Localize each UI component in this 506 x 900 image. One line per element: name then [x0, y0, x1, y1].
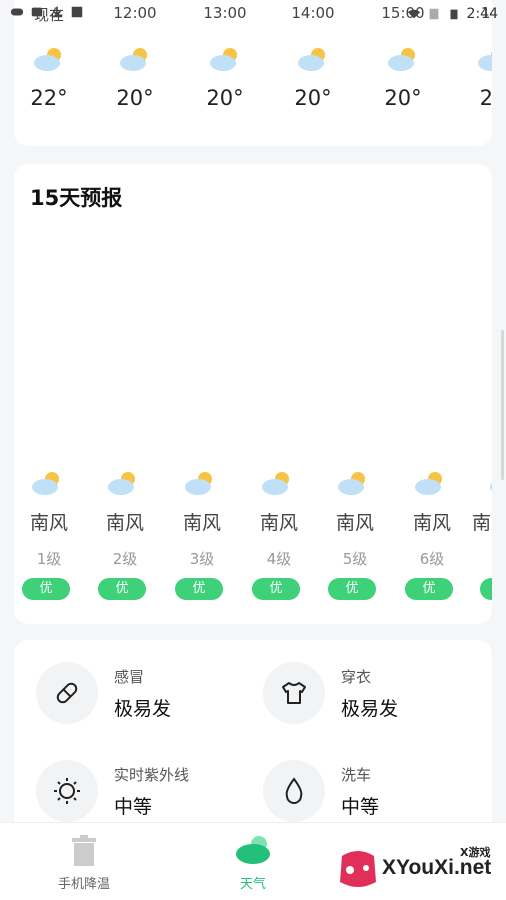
download-icon — [51, 6, 63, 18]
wind-direction: 南风 — [335, 512, 374, 534]
hour-temp: 22° — [30, 86, 68, 110]
wind-level: 2级 — [112, 550, 138, 568]
hour-temp: 20° — [384, 86, 422, 110]
life-index-label: 洗车 — [341, 766, 372, 784]
notification-icon — [31, 7, 43, 17]
nav-tab-phone-cooling[interactable]: 手机降温 — [14, 823, 154, 900]
life-index-item-car-wash[interactable]: 洗车 中等 — [241, 760, 461, 830]
life-icon-circle — [36, 662, 98, 724]
status-bar: 2:44 — [0, 0, 506, 30]
life-index-value: 中等 — [341, 796, 380, 818]
life-index-value: 中等 — [114, 796, 153, 818]
gamepad-logo-icon — [340, 851, 376, 887]
status-bar-right: 2:44 — [407, 6, 498, 22]
forecast-title: 15天预报 — [30, 186, 123, 210]
a-icon — [71, 6, 83, 18]
partly-cloudy-icon — [298, 48, 325, 71]
wind-direction: 南风 — [29, 512, 68, 534]
scrollbar-thumb[interactable] — [501, 330, 504, 480]
wind-direction: 南风 — [105, 512, 144, 534]
status-bar-left — [10, 6, 84, 18]
partly-cloudy-icon — [108, 472, 135, 495]
partly-cloudy-icon — [338, 472, 365, 495]
wind-direction: 南 — [472, 512, 492, 534]
wind-direction: 南风 — [182, 512, 221, 534]
wind-level: 1级 — [36, 550, 62, 568]
partly-cloudy-icon — [478, 51, 492, 71]
life-icon-circle — [263, 760, 325, 822]
wind-level: 6级 — [419, 550, 445, 568]
no-sim-icon — [429, 8, 438, 20]
partly-cloudy-icon — [490, 482, 492, 492]
wind-level: 3级 — [189, 550, 215, 568]
life-index-value: 极易发 — [341, 698, 399, 720]
watermark-text: XYouXi.net — [382, 856, 492, 879]
nav-label: 手机降温 — [57, 877, 110, 892]
hour-temp: 20° — [206, 86, 244, 110]
hour-temp: 20° — [116, 86, 154, 110]
life-index-value: 极易发 — [114, 698, 172, 720]
air-quality-badge: 优 — [22, 578, 70, 600]
air-quality-badge: 优 — [328, 578, 376, 600]
wifi-icon — [407, 9, 420, 19]
wind-direction: 南风 — [259, 512, 298, 534]
cloud-icon — [236, 836, 270, 864]
wind-direction: 南风 — [412, 512, 451, 534]
forecast-card[interactable]: 15天预报 南风 1级 优 南风 2级 优 南风 3级 优 南风 4级 优 南风… — [14, 164, 492, 624]
nav-label: 天气 — [239, 877, 266, 892]
life-icon-circle — [36, 760, 98, 822]
air-quality-badge: 优 — [405, 578, 453, 600]
sun-icon — [54, 778, 80, 804]
water-drop-icon — [285, 777, 303, 804]
gamepad-icon — [10, 8, 24, 16]
pill-icon — [56, 682, 78, 704]
hour-temp: 20° — [294, 86, 332, 110]
watermark-logo: X游戏 XYouXi.net — [336, 840, 502, 896]
life-index-item-cold[interactable]: 感冒 极易发 — [14, 662, 234, 732]
partly-cloudy-icon — [388, 48, 415, 71]
partly-cloudy-icon — [415, 472, 442, 495]
life-index-label: 实时紫外线 — [114, 766, 190, 784]
nav-tab-weather[interactable]: 天气 — [183, 823, 323, 900]
life-index-card: 感冒 极易发 穿衣 极易发 实时紫外线 中等 洗车 中等 — [14, 640, 492, 840]
shirt-icon — [282, 682, 306, 704]
life-index-label: 感冒 — [114, 668, 145, 686]
air-quality-badge — [480, 578, 492, 600]
wind-level: 5级 — [342, 550, 368, 568]
trash-icon — [72, 835, 96, 866]
life-index-label: 穿衣 — [341, 668, 372, 686]
partly-cloudy-icon — [185, 472, 212, 495]
battery-icon — [450, 9, 458, 20]
hour-temp: 20 — [479, 86, 492, 110]
wind-level: 4级 — [266, 550, 292, 568]
partly-cloudy-icon — [210, 48, 237, 71]
air-quality-badge: 优 — [98, 578, 146, 600]
life-index-item-uv[interactable]: 实时紫外线 中等 — [14, 760, 234, 830]
air-quality-badge: 优 — [175, 578, 223, 600]
partly-cloudy-icon — [34, 48, 61, 71]
life-icon-circle — [263, 662, 325, 724]
air-quality-badge: 优 — [252, 578, 300, 600]
partly-cloudy-icon — [32, 472, 59, 495]
partly-cloudy-icon — [262, 472, 289, 495]
partly-cloudy-icon — [120, 48, 147, 71]
status-time: 2:44 — [466, 6, 498, 22]
life-index-item-clothing[interactable]: 穿衣 极易发 — [241, 662, 461, 732]
